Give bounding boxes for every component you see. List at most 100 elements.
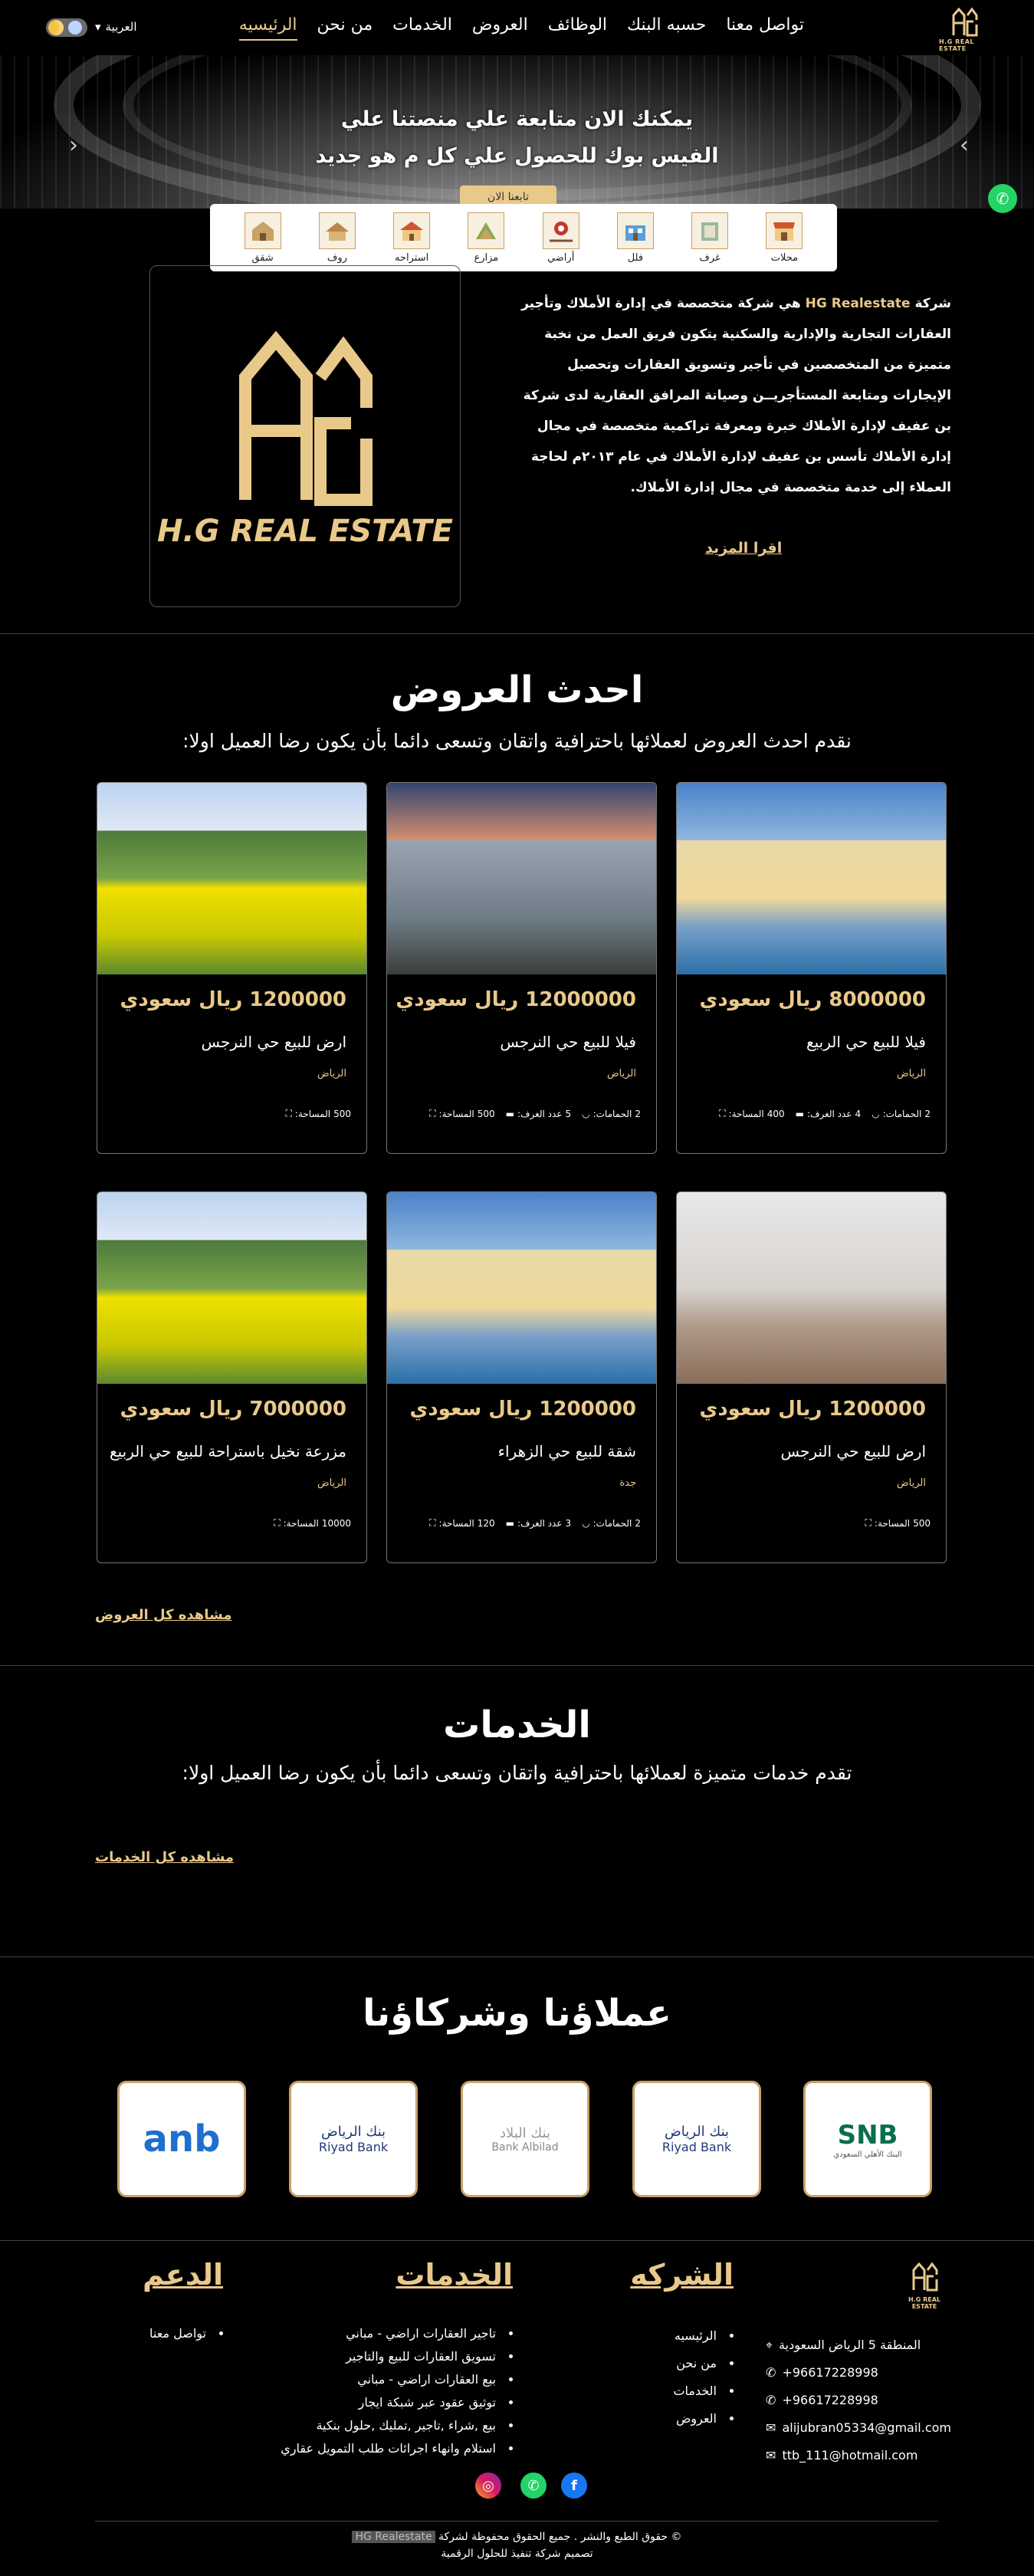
about-section: H.G REAL ESTATE شركة HG Realestate هي شر… bbox=[0, 265, 1034, 633]
category-lands[interactable]: أراضي bbox=[534, 212, 588, 264]
language-select[interactable]: ▾ العربية bbox=[95, 20, 137, 34]
category-farms[interactable]: مزارع bbox=[459, 212, 513, 264]
offer-title[interactable]: ارض للبيع حي النرجس bbox=[201, 1033, 346, 1051]
nav-link-contact[interactable]: تواصل معنا bbox=[726, 15, 804, 41]
area-icon: ⛶ bbox=[865, 1517, 872, 1528]
footer-services-links: تاجير العقارات اراضي - مباني تسويق العقا… bbox=[281, 2322, 513, 2460]
footer-link-contact[interactable]: تواصل معنا bbox=[149, 2322, 223, 2345]
offers-subtitle: نقدم احدث العروض لعملائها باحترافية واتق… bbox=[182, 730, 852, 752]
nav-links: الرئيسيه من نحن الخدمات العروض الوظائف ح… bbox=[238, 15, 804, 41]
category-shops[interactable]: محلات bbox=[757, 212, 811, 264]
nav-link-home[interactable]: الرئيسيه bbox=[238, 15, 297, 41]
footer-link-home[interactable]: الرئيسيه bbox=[673, 2322, 734, 2350]
offer-price: 1200000 ريال سعودي bbox=[120, 988, 346, 1011]
hero-line-1: يمكنك الان متابعة علي منصتنا علي bbox=[340, 107, 694, 131]
category-roof[interactable]: روف bbox=[310, 212, 364, 264]
footer-service-item[interactable]: تسويق العقارات للبيع والتاجير bbox=[281, 2345, 513, 2368]
whatsapp-icon[interactable]: ✆ bbox=[988, 184, 1017, 213]
offer-card[interactable]: 1200000 ريال سعودي شقة للبيع حي الزهراء … bbox=[386, 1191, 657, 1563]
footer-service-item[interactable]: بيع ,شراء ,تاجير ,تمليك ,حلول بنكية bbox=[281, 2414, 513, 2437]
offer-card[interactable]: 8000000 ريال سعودي فيلا للبيع حي الربيع … bbox=[676, 782, 947, 1154]
footer-company-title: الشركه bbox=[630, 2258, 734, 2292]
footer-link-about[interactable]: من نحن bbox=[673, 2350, 734, 2377]
offer-image[interactable] bbox=[97, 1192, 366, 1384]
partner-logo-riyad-bank: بنك الرياض Riyad Bank bbox=[632, 2081, 761, 2197]
nav-link-offers[interactable]: العروض bbox=[472, 15, 528, 41]
offer-card[interactable]: 12000000 ريال سعودي فيلا للبيع حي النرجس… bbox=[386, 782, 657, 1154]
area-icon: ⛶ bbox=[719, 1108, 726, 1119]
footer-link-services[interactable]: الخدمات bbox=[673, 2377, 734, 2405]
bathtub-icon: ◡ bbox=[872, 1108, 880, 1119]
offer-card[interactable]: 1200000 ريال سعودي ارض للبيع حي النرجس ا… bbox=[676, 1191, 947, 1563]
view-all-services-link[interactable]: مشاهده كل الخدمات bbox=[95, 1849, 234, 1865]
area-icon: ⛶ bbox=[285, 1108, 292, 1119]
about-logo-text: H.G REAL ESTATE bbox=[157, 514, 453, 549]
offer-card[interactable]: 1200000 ريال سعودي ارض للبيع حي النرجس ا… bbox=[97, 782, 367, 1154]
whatsapp-icon[interactable]: ✆ bbox=[520, 2472, 547, 2499]
nav-link-services[interactable]: الخدمات bbox=[392, 15, 452, 41]
category-villas[interactable]: فلل bbox=[609, 212, 662, 264]
view-all-offers-link[interactable]: مشاهده كل العروض bbox=[95, 1607, 231, 1623]
offer-title[interactable]: شقة للبيع حي الزهراء bbox=[498, 1442, 636, 1460]
offer-city: الرياض bbox=[896, 1477, 926, 1489]
offer-title[interactable]: مزرعة نخيل باستراحة للبيع حي الربيع bbox=[110, 1442, 346, 1460]
area-feature: ⛶ المساحة: 400 bbox=[719, 1108, 785, 1119]
category-apartments[interactable]: شقق bbox=[236, 212, 290, 264]
offer-title[interactable]: فيلا للبيع حي الربيع bbox=[806, 1033, 926, 1051]
location-icon: ⌖ bbox=[766, 2338, 773, 2352]
sun-icon bbox=[48, 20, 64, 35]
chevron-down-icon: ▾ bbox=[95, 20, 101, 34]
offer-title[interactable]: فيلا للبيع حي النرجس bbox=[500, 1033, 636, 1051]
offer-image[interactable] bbox=[677, 1192, 946, 1384]
offer-city: الرياض bbox=[896, 1068, 926, 1079]
offer-price: 8000000 ريال سعودي bbox=[699, 988, 926, 1011]
copyright-brand: HG Realestate bbox=[352, 2531, 435, 2543]
services-title: الخدمات bbox=[443, 1704, 591, 1746]
hg-logo-icon bbox=[952, 7, 978, 37]
nav-logo-text: H.G REAL ESTATE bbox=[939, 38, 974, 52]
footer-phone-1[interactable]: ✆ 96617228998+ bbox=[766, 2359, 951, 2387]
theme-toggle[interactable] bbox=[46, 18, 87, 37]
facebook-icon[interactable]: f bbox=[561, 2472, 587, 2499]
mail-icon: ✉ bbox=[766, 2420, 776, 2435]
copyright: © حقوق الطبع والنشر . جميع الحقوق محفوظة… bbox=[0, 2528, 1034, 2562]
footer-email-1[interactable]: ✉ alijubran05334@gmail.com bbox=[766, 2414, 951, 2442]
footer-service-item[interactable]: توثيق عقود عبر شبكة ايجار bbox=[281, 2391, 513, 2414]
footer-service-item[interactable]: تاجير العقارات اراضي - مباني bbox=[281, 2322, 513, 2345]
nav-link-bank-calc[interactable]: حسبه البنك bbox=[627, 15, 706, 41]
offer-features: ⛶ المساحة: 500 ▬ عدد الغرف: 5 ◡ الحمامات: 2 bbox=[429, 1108, 641, 1119]
category-rest-house[interactable]: استراحه bbox=[385, 212, 438, 264]
footer-service-item[interactable]: بيع العقارات اراضي - مباني bbox=[281, 2368, 513, 2391]
footer-phone-2[interactable]: ✆ 96617228998+ bbox=[766, 2387, 951, 2414]
offer-title[interactable]: ارض للبيع حي النرجس bbox=[780, 1442, 926, 1460]
nav-logo[interactable]: H.G REAL ESTATE bbox=[939, 5, 990, 52]
nav-link-about[interactable]: من نحن bbox=[317, 15, 373, 41]
area-feature: ⛶ المساحة: 10000 bbox=[274, 1517, 351, 1529]
area-feature: ⛶ المساحة: 500 bbox=[285, 1108, 352, 1119]
rooms-feature: ▬ عدد الغرف: 3 bbox=[505, 1517, 572, 1529]
about-text-prefix: شركة bbox=[914, 296, 952, 311]
about-body: هي شركة متخصصة في إدارة الأملاك وتأجير ا… bbox=[521, 296, 951, 495]
offer-city: جدة bbox=[619, 1477, 636, 1489]
footer-email-2[interactable]: ✉ ttb_111@hotmail.com bbox=[766, 2442, 951, 2469]
area-feature: ⛶ المساحة: 500 bbox=[429, 1108, 495, 1119]
footer-service-item[interactable]: استلام وانهاء اجرائات طلب التمويل عقاري bbox=[281, 2437, 513, 2460]
nav-link-jobs[interactable]: الوظائف bbox=[548, 15, 607, 41]
divider bbox=[0, 2240, 1034, 2241]
offer-card[interactable]: 7000000 ريال سعودي مزرعة نخيل باستراحة ل… bbox=[97, 1191, 367, 1563]
offer-features: ⛶ المساحة: 500 bbox=[286, 1108, 352, 1119]
area-icon: ⛶ bbox=[429, 1108, 436, 1119]
category-rooms[interactable]: غرف bbox=[683, 212, 737, 264]
instagram-icon[interactable]: ◎ bbox=[475, 2472, 501, 2499]
offer-image[interactable] bbox=[387, 783, 656, 974]
footer-link-offers[interactable]: العروض bbox=[673, 2405, 734, 2433]
partner-logo-snb: SNB البنك الأهلي السعودي bbox=[803, 2081, 932, 2197]
room-icon bbox=[691, 212, 729, 249]
baths-feature: ◡ الحمامات: 2 bbox=[872, 1108, 931, 1119]
offer-image[interactable] bbox=[97, 783, 366, 974]
divider bbox=[0, 1665, 1034, 1666]
navbar: H.G REAL ESTATE الرئيسيه من نحن الخدمات … bbox=[0, 0, 1034, 55]
offer-image[interactable] bbox=[677, 783, 946, 974]
offer-image[interactable] bbox=[387, 1192, 656, 1384]
read-more-link[interactable]: اقرا المزيد bbox=[705, 540, 782, 557]
